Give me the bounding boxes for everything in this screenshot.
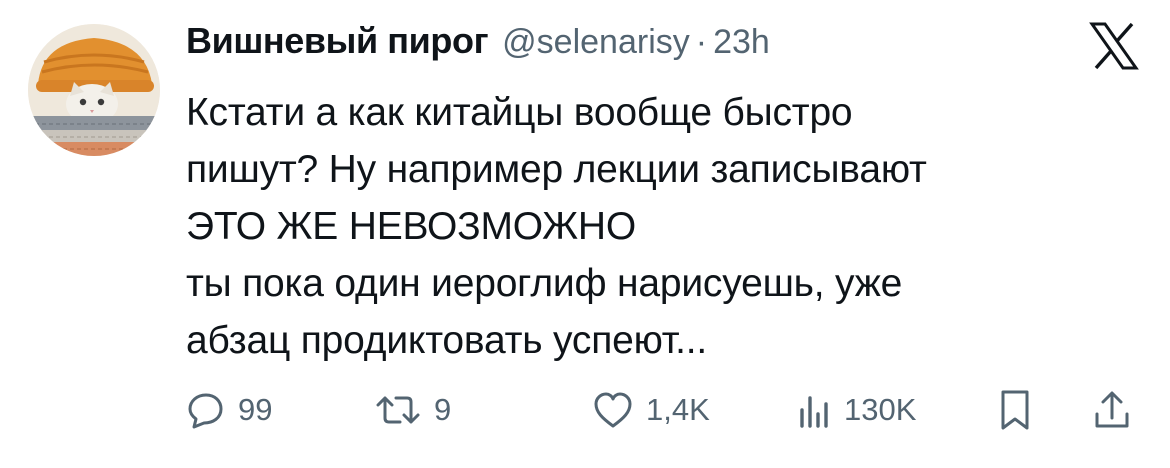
avatar-cat-image [28, 24, 160, 156]
reply-count: 99 [238, 392, 273, 427]
share-button[interactable] [1092, 384, 1132, 436]
heart-icon [592, 390, 634, 430]
tweet-line: Кстати а как китайцы вообще быстро [186, 91, 853, 134]
retweet-count: 9 [434, 392, 452, 427]
retweet-button[interactable]: 9 [374, 384, 451, 436]
author-handle[interactable]: @selenarisy [502, 23, 690, 62]
tweet-line: пишут? Ну например лекции записывают [186, 148, 927, 191]
like-count: 1,4K [646, 392, 710, 427]
share-icon [1092, 388, 1132, 432]
tweet-line: ты пока один иероглиф нарисуешь, уже [186, 262, 903, 305]
tweet-line: ЭТО ЖЕ НЕВОЗМОЖНО [186, 205, 636, 248]
tweet-header: Вишневый пирог @selenarisy · 23h [186, 20, 770, 72]
tweet-text: Кстати а как китайцы вообще быстро пишут… [186, 84, 1146, 369]
action-bar: 99 9 1,4K 130K [186, 384, 1146, 436]
bookmark-icon [998, 388, 1032, 432]
separator-dot: · [695, 23, 708, 61]
views-icon [796, 390, 832, 430]
bookmark-button[interactable] [998, 384, 1032, 436]
like-button[interactable]: 1,4K [592, 384, 710, 436]
tweet-line: абзац продиктовать успеют... [186, 319, 708, 362]
reply-button[interactable]: 99 [186, 384, 272, 436]
views-count: 130K [844, 392, 917, 427]
retweet-icon [374, 390, 422, 430]
tweet-card: Вишневый пирог @selenarisy · 23h Кстати … [0, 0, 1170, 468]
views-button[interactable]: 130K [796, 384, 916, 436]
x-logo-icon [1088, 20, 1140, 72]
author-name[interactable]: Вишневый пирог [186, 20, 489, 62]
reply-icon [186, 390, 226, 430]
avatar[interactable] [28, 24, 160, 156]
timestamp[interactable]: 23h [713, 23, 770, 62]
